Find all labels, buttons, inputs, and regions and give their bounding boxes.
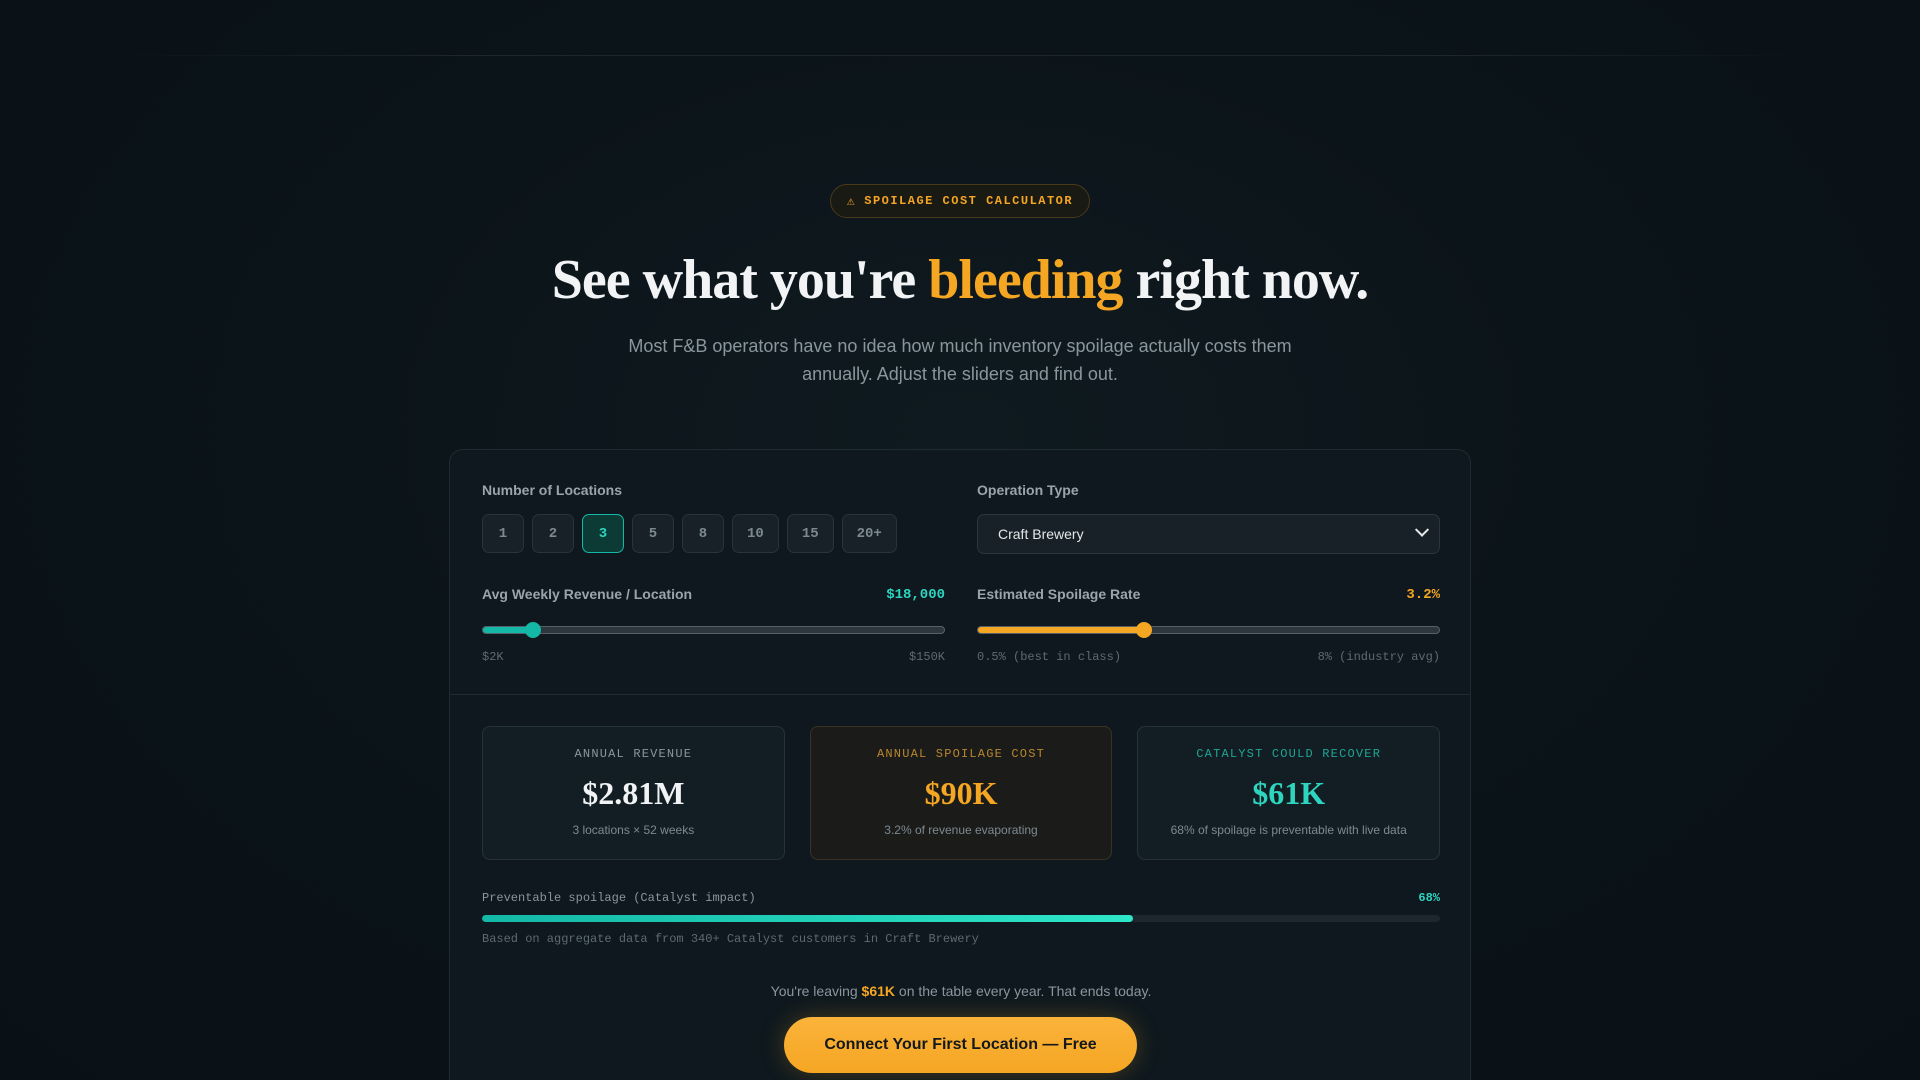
stat-label: ANNUAL REVENUE (574, 747, 693, 761)
location-option-2[interactable]: 2 (532, 514, 574, 553)
spoilage-slider-fill (978, 627, 1144, 633)
stat-note: 3 locations × 52 weeks (572, 823, 695, 837)
stat-note: 3.2% of revenue evaporating (884, 823, 1038, 837)
operation-type-label: Operation Type (977, 482, 1079, 498)
location-option-15[interactable]: 15 (786, 514, 834, 553)
spoilage-value: 3.2% (1406, 587, 1440, 603)
headline-post: right now. (1122, 249, 1370, 311)
spoilage-label: Estimated Spoilage Rate (977, 586, 1141, 602)
locations-options: 1 2 3 5 8 10 15 20+ (482, 514, 945, 553)
chevron-down-icon (1414, 522, 1430, 537)
results-stats: ANNUAL REVENUE $2.81M 3 locations × 52 w… (482, 726, 1441, 860)
location-option-3[interactable]: 3 (582, 514, 624, 553)
impact-progress-bar (482, 915, 1440, 922)
revenue-max-label: $150K (908, 650, 945, 664)
spoilage-slider-group: Estimated Spoilage Rate 3.2% 0.5% (best … (977, 586, 1440, 664)
calculator-badge: ⚠ SPOILAGE COST CALCULATOR (829, 184, 1091, 218)
stat-value: $61K (1252, 775, 1326, 811)
spoilage-max-label: 8% (industry avg) (1317, 650, 1440, 664)
cta-text-pre: You're leaving (770, 983, 862, 999)
location-option-1[interactable]: 1 (482, 514, 524, 553)
headline-pre: See what you're (551, 249, 929, 311)
locations-label: Number of Locations (482, 482, 623, 498)
revenue-slider-handle[interactable] (524, 622, 541, 638)
locations-group: Number of Locations 1 2 3 5 8 10 15 20+ (482, 482, 945, 553)
spoilage-min-label: 0.5% (best in class) (977, 650, 1122, 664)
revenue-slider[interactable] (482, 622, 945, 638)
stat-label: CATALYST COULD RECOVER (1196, 747, 1382, 761)
location-option-8[interactable]: 8 (682, 514, 724, 553)
operation-type-group: Operation Type Craft Brewery (977, 482, 1440, 554)
operation-type-value: Craft Brewery (998, 526, 1084, 542)
connect-location-button[interactable]: Connect Your First Location — Free (784, 1017, 1137, 1073)
headline-accent: bleeding (928, 249, 1123, 311)
impact-section: Preventable spoilage (Catalyst impact) 6… (482, 891, 1440, 946)
stat-annual-spoilage: ANNUAL SPOILAGE COST $90K 3.2% of revenu… (809, 726, 1113, 860)
stat-value: $2.81M (582, 775, 685, 811)
cta-amount: $61K (861, 983, 896, 999)
stat-note: 68% of spoilage is preventable with live… (1170, 823, 1407, 837)
impact-note: Based on aggregate data from 340+ Cataly… (482, 932, 979, 946)
operation-type-select[interactable]: Craft Brewery (977, 514, 1440, 554)
revenue-min-label: $2K (482, 650, 504, 664)
spoilage-slider[interactable] (977, 622, 1440, 638)
cta-message: You're leaving $61K on the table every y… (450, 983, 1472, 999)
impact-percent: 68% (1418, 891, 1440, 905)
stat-label: ANNUAL SPOILAGE COST (876, 747, 1046, 761)
location-option-10[interactable]: 10 (732, 514, 779, 553)
page-title: See what you're bleeding right now. (0, 248, 1920, 312)
hero: ⚠ SPOILAGE COST CALCULATOR See what you'… (0, 184, 1920, 388)
card-divider (450, 694, 1470, 695)
cta-text-post: on the table every year. That ends today… (895, 983, 1152, 999)
badge-text: SPOILAGE COST CALCULATOR (864, 194, 1074, 208)
stat-catalyst-recover: CATALYST COULD RECOVER $61K 68% of spoil… (1137, 726, 1441, 860)
impact-label: Preventable spoilage (Catalyst impact) (482, 891, 756, 905)
header-divider (120, 55, 1800, 56)
stat-value: $90K (924, 775, 998, 811)
calculator-card: Number of Locations 1 2 3 5 8 10 15 20+ Operati… (449, 449, 1471, 1080)
stat-annual-revenue: ANNUAL REVENUE $2.81M 3 locations × 52 w… (482, 726, 785, 860)
spoilage-slider-handle[interactable] (1135, 622, 1152, 638)
revenue-label: Avg Weekly Revenue / Location (482, 586, 693, 602)
revenue-slider-group: Avg Weekly Revenue / Location $18,000 $2… (482, 586, 945, 664)
location-option-5[interactable]: 5 (632, 514, 674, 553)
warning-icon: ⚠ (846, 193, 857, 209)
page-subtitle: Most F&B operators have no idea how much… (628, 336, 1292, 384)
revenue-value: $18,000 (886, 587, 945, 603)
location-option-20-plus[interactable]: 20+ (841, 514, 897, 553)
impact-progress-fill (482, 915, 1134, 922)
